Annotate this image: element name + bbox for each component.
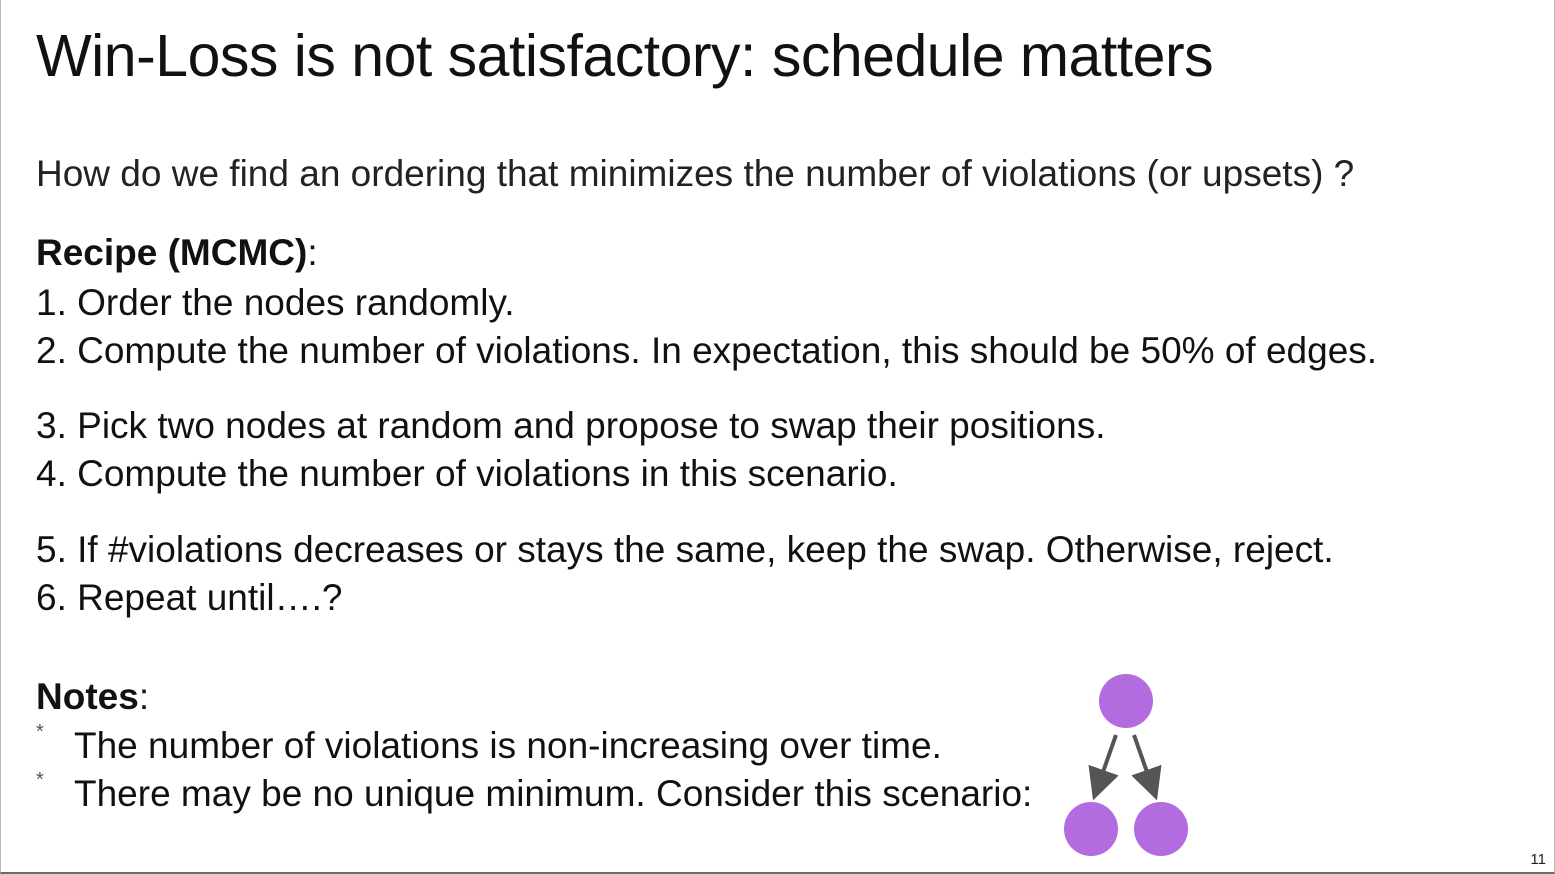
recipe-heading-label: Recipe (MCMC) <box>36 232 308 273</box>
question-text: How do we find an ordering that minimize… <box>36 153 1355 194</box>
recipe-step-5: 5. If #violations decreases or stays the… <box>36 529 1334 570</box>
notes-heading: Notes: <box>36 676 149 718</box>
recipe-step-1: 1. Order the nodes randomly. <box>36 282 515 323</box>
note-text-1: The number of violations is non-increasi… <box>74 725 942 766</box>
graph-edge-right <box>1131 734 1162 801</box>
notes-heading-label: Notes <box>36 676 139 717</box>
recipe-step-2: 2. Compute the number of violations. In … <box>36 330 1378 371</box>
note-text-2: There may be no unique minimum. Consider… <box>74 773 1033 814</box>
bullet-icon: * <box>36 769 44 791</box>
recipe-heading: Recipe (MCMC): <box>36 232 318 274</box>
graph-node-bottom-right <box>1134 802 1188 856</box>
slide: Win-Loss is not satisfactory: schedule m… <box>0 0 1555 874</box>
recipe-heading-colon: : <box>307 232 318 273</box>
bullet-icon: * <box>36 721 44 743</box>
graph-diagram <box>1064 674 1188 856</box>
slide-title: Win-Loss is not satisfactory: schedule m… <box>36 23 1214 89</box>
notes-heading-colon: : <box>138 676 150 717</box>
graph-edge-left <box>1088 734 1119 801</box>
recipe-step-4: 4. Compute the number of violations in t… <box>36 453 898 494</box>
graph-node-top <box>1099 674 1153 728</box>
page-number: 11 <box>1530 851 1546 868</box>
recipe-step-3: 3. Pick two nodes at random and propose … <box>36 405 1106 446</box>
recipe-step-6: 6. Repeat until….? <box>36 577 343 618</box>
graph-node-bottom-left <box>1064 802 1118 856</box>
